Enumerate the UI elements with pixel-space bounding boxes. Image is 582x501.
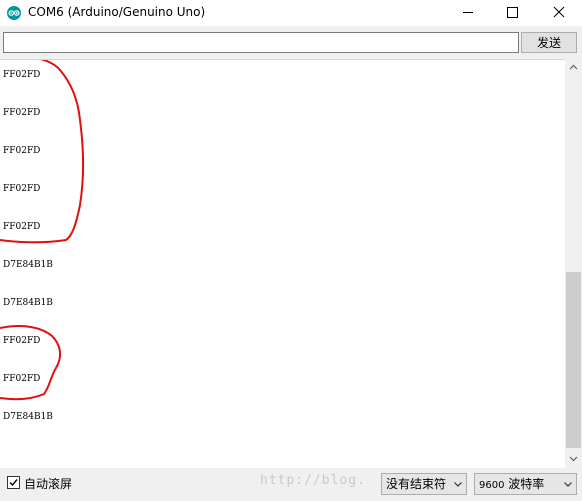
title-bar: COM6 (Arduino/Genuino Uno): [0, 0, 582, 26]
line-ending-value: 没有结束符: [386, 477, 447, 491]
chevron-down-icon: [569, 456, 578, 462]
output-line: FF02FD: [3, 146, 41, 156]
send-row: 发送: [0, 27, 582, 57]
output-line: D7E84B1B: [3, 260, 53, 270]
chevron-up-icon: [569, 64, 578, 70]
close-button[interactable]: [541, 0, 577, 26]
watermark-text: http://blog.: [260, 473, 366, 488]
autoscroll-checkbox[interactable]: [7, 476, 20, 489]
maximize-icon: [507, 7, 518, 18]
serial-monitor-window: COM6 (Arduino/Genuino Uno) 发送 FF02FD FF0…: [0, 0, 582, 501]
maximize-button[interactable]: [494, 0, 530, 26]
line-ending-select[interactable]: 没有结束符: [381, 473, 467, 495]
output-line: D7E84B1B: [3, 298, 53, 308]
close-icon: [553, 6, 565, 18]
output-line: FF02FD: [3, 336, 41, 346]
chevron-down-icon: [564, 482, 572, 487]
scroll-thumb[interactable]: [566, 272, 581, 448]
output-lines: FF02FD FF02FD FF02FD FF02FD FF02FD D7E84…: [3, 68, 53, 448]
scroll-up-button[interactable]: [565, 59, 582, 76]
window-title: COM6 (Arduino/Genuino Uno): [28, 5, 206, 19]
baud-rate-select[interactable]: 9600 波特率: [474, 473, 577, 495]
scroll-down-button[interactable]: [565, 450, 582, 467]
minimize-icon: [463, 12, 473, 13]
bottom-bar: 自动滚屏 http://blog. 没有结束符 9600 波特率: [0, 468, 582, 501]
baud-rate-label: 波特率: [508, 477, 545, 491]
arduino-logo-icon: [7, 6, 21, 20]
send-input[interactable]: [3, 32, 519, 53]
serial-output[interactable]: FF02FD FF02FD FF02FD FF02FD FF02FD D7E84…: [0, 59, 566, 468]
baud-rate-value: 9600: [479, 480, 505, 491]
output-line: FF02FD: [3, 184, 41, 194]
autoscroll-label: 自动滚屏: [24, 477, 73, 491]
output-line: FF02FD: [3, 222, 41, 232]
minimize-button[interactable]: [450, 0, 486, 26]
checkmark-icon: [9, 479, 18, 487]
output-line: D7E84B1B: [3, 412, 53, 422]
red-annotation-circles: [0, 60, 84, 401]
vertical-scrollbar[interactable]: [565, 59, 582, 467]
output-line: FF02FD: [3, 70, 41, 80]
chevron-down-icon: [454, 482, 462, 487]
output-line: FF02FD: [3, 374, 41, 384]
output-line: FF02FD: [3, 108, 41, 118]
send-button[interactable]: 发送: [521, 32, 577, 53]
